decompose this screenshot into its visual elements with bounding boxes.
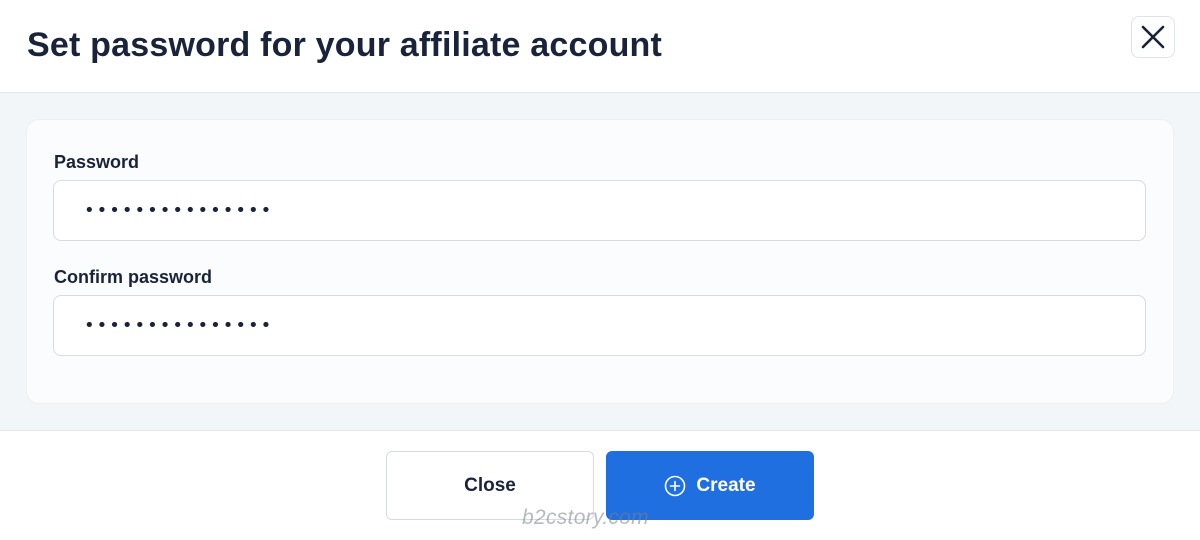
- password-input[interactable]: [53, 180, 1146, 241]
- close-button[interactable]: Close: [386, 451, 594, 520]
- confirm-password-label: Confirm password: [54, 267, 213, 287]
- modal-footer: Close Create: [0, 431, 1200, 540]
- modal-close-button[interactable]: [1131, 16, 1175, 58]
- password-label: Password: [54, 152, 140, 172]
- close-icon: [1140, 24, 1166, 50]
- modal-title: Set password for your affiliate account: [27, 26, 663, 64]
- create-button[interactable]: Create: [606, 451, 814, 520]
- plus-circle-icon: [664, 475, 686, 497]
- modal-body: Password Confirm password: [0, 93, 1200, 431]
- close-button-label: Close: [464, 474, 516, 496]
- set-password-modal: Set password for your affiliate account …: [0, 0, 1200, 540]
- confirm-password-input[interactable]: [53, 295, 1146, 356]
- modal-header: Set password for your affiliate account: [0, 0, 1200, 93]
- create-button-label: Create: [696, 474, 756, 496]
- password-form-card: Password Confirm password: [27, 120, 1173, 403]
